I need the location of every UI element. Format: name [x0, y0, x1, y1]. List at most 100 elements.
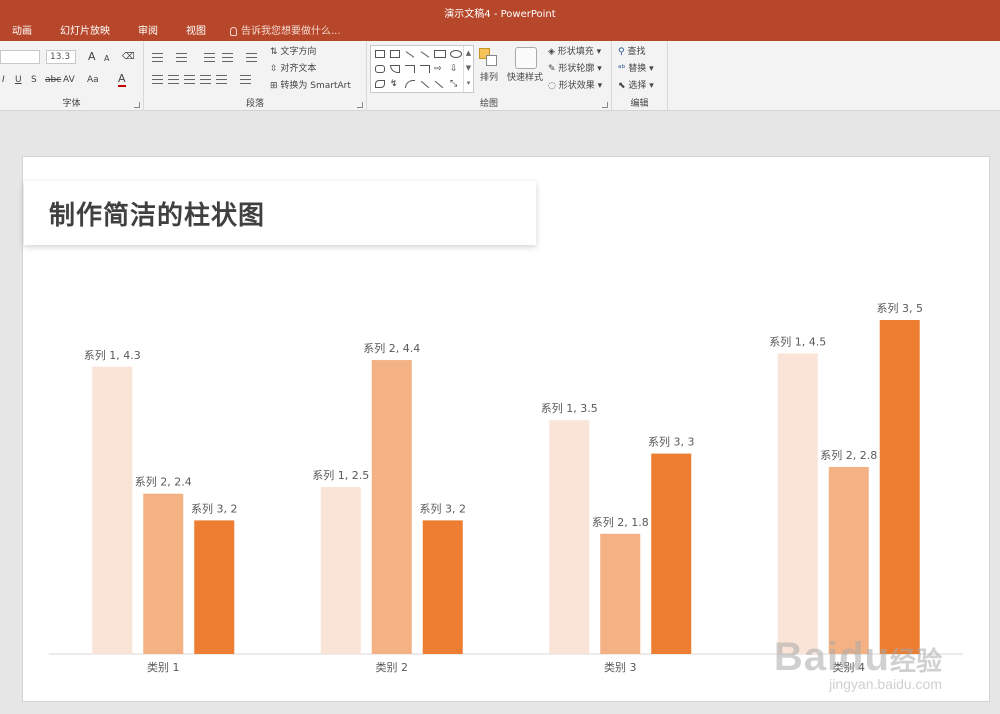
down-arrow-shape-icon[interactable]: ⇩	[450, 65, 460, 74]
drawing-dialog-launcher-icon[interactable]	[602, 102, 608, 108]
elbow-arrow-shape-icon[interactable]	[420, 65, 430, 73]
bar[interactable]	[777, 353, 818, 654]
textbox-shape-icon[interactable]	[375, 50, 385, 58]
underline-button[interactable]: U	[15, 74, 22, 86]
data-label: 系列 2, 2.4	[135, 475, 192, 489]
bar[interactable]	[651, 453, 692, 654]
bar[interactable]	[549, 420, 590, 654]
replace-label: 替换	[628, 64, 647, 74]
quick-styles-icon[interactable]	[515, 47, 537, 69]
tell-me-search[interactable]: 告诉我您想要做什么...	[220, 22, 341, 41]
line-spacing-icon[interactable]	[246, 53, 257, 62]
slide[interactable]: 系列 1, 4.3 系列 2, 2.4 系列 3, 2 类别 1 系列 1, 2.5 系列…	[22, 156, 990, 702]
line3-shape-icon[interactable]	[434, 80, 444, 89]
char-spacing-button[interactable]: AV	[63, 74, 75, 86]
shape-fill-button[interactable]: ◈ 形状填充 ▾	[548, 46, 601, 58]
oval-shape-icon[interactable]	[450, 50, 462, 58]
data-label: 系列 3, 5	[877, 301, 924, 315]
bar[interactable]	[879, 320, 920, 654]
font-color-button[interactable]: A	[118, 73, 126, 87]
font-size-box[interactable]: 13.3	[46, 50, 76, 64]
shape-outline-button[interactable]: ✎ 形状轮廓 ▾	[548, 63, 602, 75]
vertical-textbox-shape-icon[interactable]	[390, 50, 400, 58]
strikethrough-button[interactable]: abc	[45, 74, 61, 86]
category-label: 类别 1	[147, 660, 180, 674]
arrange-label[interactable]: 排列	[480, 72, 498, 84]
align-text-button[interactable]: ⇳ 对齐文本	[270, 63, 316, 75]
title-placeholder[interactable]: 制作简洁的柱状图	[24, 181, 536, 245]
bar[interactable]	[371, 360, 412, 654]
data-label: 系列 1, 3.5	[541, 401, 598, 415]
rectangle-shape-icon[interactable]	[434, 50, 446, 58]
convert-smartart-label: 转换为 SmartArt	[280, 81, 351, 91]
editing-group: ⚲ 查找 ᵃᵇ 替换 ▾ ⬉ 选择 ▾ 编辑	[612, 41, 668, 111]
shrink-font-button[interactable]: A	[104, 53, 109, 65]
watermark-logo: Baidu	[773, 635, 890, 679]
change-case-button[interactable]: Aa	[87, 74, 99, 86]
bullets-icon[interactable]	[152, 53, 163, 62]
rounded-rect-shape-icon[interactable]	[375, 65, 385, 73]
tell-me-placeholder: 告诉我您想要做什么...	[241, 26, 341, 37]
arrange-icon[interactable]	[479, 48, 499, 68]
italic-button[interactable]: I	[2, 74, 5, 86]
font-dialog-launcher-icon[interactable]	[134, 102, 140, 108]
justify-icon[interactable]	[200, 75, 211, 84]
shape-outline-label: 形状轮廓	[558, 64, 595, 74]
distributed-icon[interactable]	[216, 75, 227, 84]
right-arrow-shape-icon[interactable]: ⇨	[434, 65, 444, 74]
arrow-shape-icon[interactable]	[420, 51, 430, 58]
bar[interactable]	[828, 466, 869, 654]
shadow-button[interactable]: S	[31, 74, 37, 86]
tab-view[interactable]: 视图	[172, 22, 220, 41]
convert-smartart-button[interactable]: ⊞ 转换为 SmartArt	[270, 80, 351, 92]
category-label: 类别 3	[604, 660, 637, 674]
paragraph-dialog-launcher-icon[interactable]	[357, 102, 363, 108]
shapes-gallery[interactable]: ⇨ ⇩ ↯ ⤡ ▲ ▼ ▾	[370, 45, 474, 93]
triangle-shape-icon[interactable]	[390, 65, 400, 73]
replace-button[interactable]: ᵃᵇ 替换 ▾	[618, 63, 654, 75]
increase-indent-icon[interactable]	[222, 53, 233, 62]
font-name-box[interactable]	[0, 50, 40, 64]
elbow-connector-shape-icon[interactable]	[405, 65, 415, 73]
tab-animations[interactable]: 动画	[0, 22, 46, 41]
font-group-label: 字体	[62, 99, 81, 109]
bar[interactable]	[422, 520, 463, 654]
replace-icon: ᵃᵇ	[618, 64, 626, 74]
bar[interactable]	[194, 520, 235, 654]
find-button[interactable]: ⚲ 查找	[618, 46, 645, 58]
decrease-indent-icon[interactable]	[204, 53, 215, 62]
shape-effects-button[interactable]: ◌ 形状效果 ▾	[548, 80, 602, 92]
bar[interactable]	[143, 493, 184, 654]
paragraph-group: ⇅ 文字方向 ⇳ 对齐文本 ⊞ 转换为 SmartArt 段落	[144, 41, 367, 111]
align-right-icon[interactable]	[184, 75, 195, 84]
quick-styles-label[interactable]: 快速样式	[507, 72, 543, 84]
data-label: 系列 1, 2.5	[312, 468, 369, 482]
shape-fill-label: 形状填充	[557, 47, 594, 57]
workspace: 系列 1, 4.3 系列 2, 2.4 系列 3, 2 类别 1 系列 1, 2.5 系列…	[0, 111, 1000, 714]
ribbon: 13.3 A A ⌫ I U S abc AV Aa A 字体 ⇅ 文字方向 ⇳…	[0, 41, 1000, 111]
drawing-group-label: 绘图	[479, 99, 498, 109]
freeform-shape-icon[interactable]	[375, 80, 385, 88]
bar[interactable]	[320, 487, 361, 654]
title-bar: 演示文稿4 - PowerPoint 动画 幻灯片放映 审阅 视图 告诉我您想要…	[0, 0, 1000, 41]
data-label: 系列 2, 2.8	[820, 448, 877, 462]
clear-format-icon[interactable]: ⌫	[122, 51, 135, 63]
bar[interactable]	[92, 366, 133, 654]
line2-shape-icon[interactable]	[420, 80, 430, 89]
align-center-icon[interactable]	[168, 75, 179, 84]
tab-slideshow[interactable]: 幻灯片放映	[46, 22, 124, 41]
select-button[interactable]: ⬉ 选择 ▾	[618, 80, 654, 92]
tab-review[interactable]: 审阅	[124, 22, 172, 41]
columns-icon[interactable]	[240, 75, 251, 84]
align-left-icon[interactable]	[152, 75, 163, 84]
lightning-shape-icon[interactable]: ↯	[390, 80, 400, 89]
numbering-icon[interactable]	[176, 53, 187, 62]
line-shape-icon[interactable]	[405, 51, 415, 58]
arc-shape-icon[interactable]	[405, 80, 415, 88]
grow-font-button[interactable]: A	[88, 51, 96, 63]
gallery-scroll-icon[interactable]: ▲ ▼ ▾	[463, 46, 473, 92]
text-direction-button[interactable]: ⇅ 文字方向	[270, 46, 316, 58]
bar[interactable]	[600, 533, 641, 654]
double-arrow-shape-icon[interactable]: ⤡	[450, 80, 460, 89]
watermark-cn: 经验	[889, 646, 942, 676]
